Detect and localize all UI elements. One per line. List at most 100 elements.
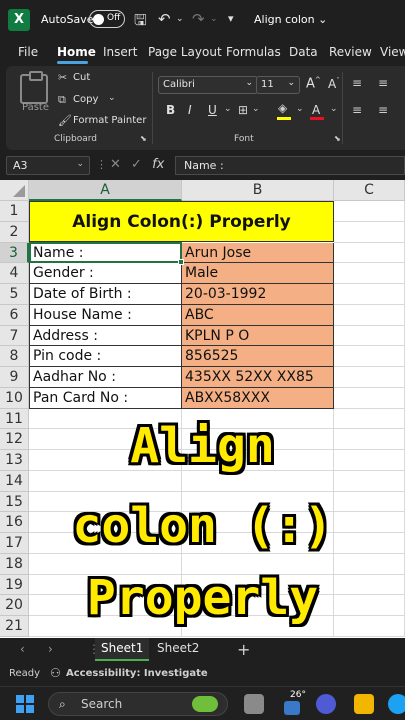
- tab-formulas[interactable]: Formulas: [226, 45, 281, 59]
- row-header[interactable]: 17: [0, 533, 29, 554]
- tab-file[interactable]: File: [18, 45, 38, 59]
- empty-cell[interactable]: [29, 595, 182, 616]
- empty-cell[interactable]: [29, 553, 182, 575]
- align-left-icon[interactable]: ≡: [352, 103, 362, 117]
- add-sheet-button[interactable]: +: [237, 640, 250, 659]
- empty-cell[interactable]: [334, 533, 405, 554]
- empty-cell[interactable]: [182, 470, 334, 492]
- autosave-toggle[interactable]: Off: [89, 10, 125, 28]
- next-sheet-icon[interactable]: ›: [48, 642, 53, 656]
- value-cell[interactable]: Male: [182, 263, 334, 284]
- empty-cell[interactable]: [29, 533, 182, 554]
- empty-cell[interactable]: [182, 512, 334, 533]
- cut-button[interactable]: Cut: [73, 72, 90, 83]
- row-header[interactable]: 9: [0, 367, 29, 388]
- underline-button[interactable]: U: [208, 103, 217, 117]
- empty-cell[interactable]: [334, 284, 405, 305]
- borders-dropdown-icon[interactable]: ⌄: [252, 104, 260, 114]
- row-header[interactable]: 20: [0, 595, 29, 616]
- empty-cell[interactable]: [29, 429, 182, 450]
- empty-cell[interactable]: [334, 595, 405, 616]
- underline-dropdown-icon[interactable]: ⌄: [224, 104, 232, 114]
- accessibility-status[interactable]: Accessibility: Investigate: [66, 668, 208, 679]
- fill-color-dropdown-icon[interactable]: ⌄: [296, 104, 304, 114]
- empty-cell[interactable]: [334, 325, 405, 347]
- cancel-icon[interactable]: ✕: [110, 157, 121, 172]
- document-title[interactable]: Align colon ⌄: [254, 13, 327, 26]
- row-header[interactable]: 18: [0, 553, 29, 575]
- weather-icon[interactable]: [284, 701, 300, 715]
- prev-sheet-icon[interactable]: ‹: [20, 642, 25, 656]
- row-header[interactable]: 13: [0, 450, 29, 471]
- format-painter-icon[interactable]: 🖌: [58, 114, 72, 127]
- empty-cell[interactable]: [334, 201, 405, 222]
- empty-cell[interactable]: [334, 553, 405, 575]
- empty-cell[interactable]: [334, 450, 405, 471]
- empty-cell[interactable]: [182, 595, 334, 616]
- font-size-select[interactable]: 11 ⌄: [256, 76, 300, 94]
- row-header[interactable]: 2: [0, 221, 29, 243]
- borders-icon[interactable]: ⊞: [238, 103, 248, 117]
- row-header[interactable]: 12: [0, 429, 29, 450]
- empty-cell[interactable]: [182, 574, 334, 596]
- tab-view[interactable]: View: [380, 45, 405, 59]
- weather-temp[interactable]: 26°: [290, 690, 306, 700]
- tab-review[interactable]: Review: [329, 45, 372, 59]
- column-header-b[interactable]: B: [182, 180, 334, 201]
- empty-cell[interactable]: [182, 491, 334, 513]
- tab-insert[interactable]: Insert: [103, 45, 137, 59]
- label-cell[interactable]: Pin code :: [29, 346, 182, 367]
- empty-cell[interactable]: [29, 616, 182, 637]
- fill-color-icon[interactable]: ◈: [278, 101, 287, 115]
- align-middle-icon[interactable]: ≡: [378, 76, 388, 90]
- empty-cell[interactable]: [334, 263, 405, 284]
- row-header[interactable]: 8: [0, 346, 29, 367]
- bold-button[interactable]: B: [166, 103, 175, 117]
- task-view-icon[interactable]: [244, 694, 264, 714]
- sheet-tab-sheet1[interactable]: Sheet1: [95, 638, 150, 661]
- column-header-c[interactable]: C: [334, 180, 405, 201]
- row-header[interactable]: 10: [0, 387, 29, 409]
- label-cell[interactable]: Date of Birth :: [29, 284, 182, 305]
- sheet-tab-sheet2[interactable]: Sheet2: [151, 638, 205, 661]
- row-header[interactable]: 11: [0, 408, 29, 430]
- tab-data[interactable]: Data: [289, 45, 318, 59]
- empty-cell[interactable]: [182, 450, 334, 471]
- empty-cell[interactable]: [334, 367, 405, 388]
- increase-font-icon[interactable]: A^: [306, 76, 321, 91]
- value-cell[interactable]: ABXX58XXX: [182, 387, 334, 409]
- column-header-a[interactable]: A: [29, 180, 182, 201]
- value-cell[interactable]: 20-03-1992: [182, 284, 334, 305]
- row-header[interactable]: 5: [0, 284, 29, 305]
- font-color-icon[interactable]: A: [312, 103, 320, 117]
- row-header[interactable]: 3: [0, 242, 29, 264]
- more-options-icon[interactable]: ⋮: [96, 158, 107, 171]
- customize-toolbar-icon[interactable]: ▾: [228, 12, 234, 25]
- row-header[interactable]: 19: [0, 574, 29, 596]
- empty-cell[interactable]: [182, 533, 334, 554]
- empty-cell[interactable]: [334, 470, 405, 492]
- row-header[interactable]: 4: [0, 263, 29, 284]
- font-launcher-icon[interactable]: ⬊: [334, 134, 341, 143]
- formula-input[interactable]: Name :: [175, 156, 405, 175]
- empty-cell[interactable]: [334, 387, 405, 409]
- empty-cell[interactable]: [29, 470, 182, 492]
- empty-cell[interactable]: [334, 512, 405, 533]
- value-cell[interactable]: KPLN P O: [182, 325, 334, 347]
- copy-icon[interactable]: ⧉: [58, 93, 66, 107]
- name-box[interactable]: A3 ⌄: [6, 156, 90, 175]
- clipboard-launcher-icon[interactable]: ⬊: [140, 134, 147, 143]
- accessibility-icon[interactable]: ⚇: [50, 666, 61, 680]
- file-explorer-icon[interactable]: [354, 694, 374, 714]
- label-cell[interactable]: Aadhar No :: [29, 367, 182, 388]
- row-header[interactable]: 6: [0, 304, 29, 326]
- empty-cell[interactable]: [334, 346, 405, 367]
- teams-chat-icon[interactable]: [316, 694, 336, 714]
- empty-cell[interactable]: [29, 491, 182, 513]
- empty-cell[interactable]: [334, 429, 405, 450]
- empty-cell[interactable]: [29, 574, 182, 596]
- label-cell[interactable]: Name :: [29, 242, 182, 264]
- value-cell[interactable]: Arun Jose: [182, 242, 334, 264]
- empty-cell[interactable]: [334, 574, 405, 596]
- empty-cell[interactable]: [334, 491, 405, 513]
